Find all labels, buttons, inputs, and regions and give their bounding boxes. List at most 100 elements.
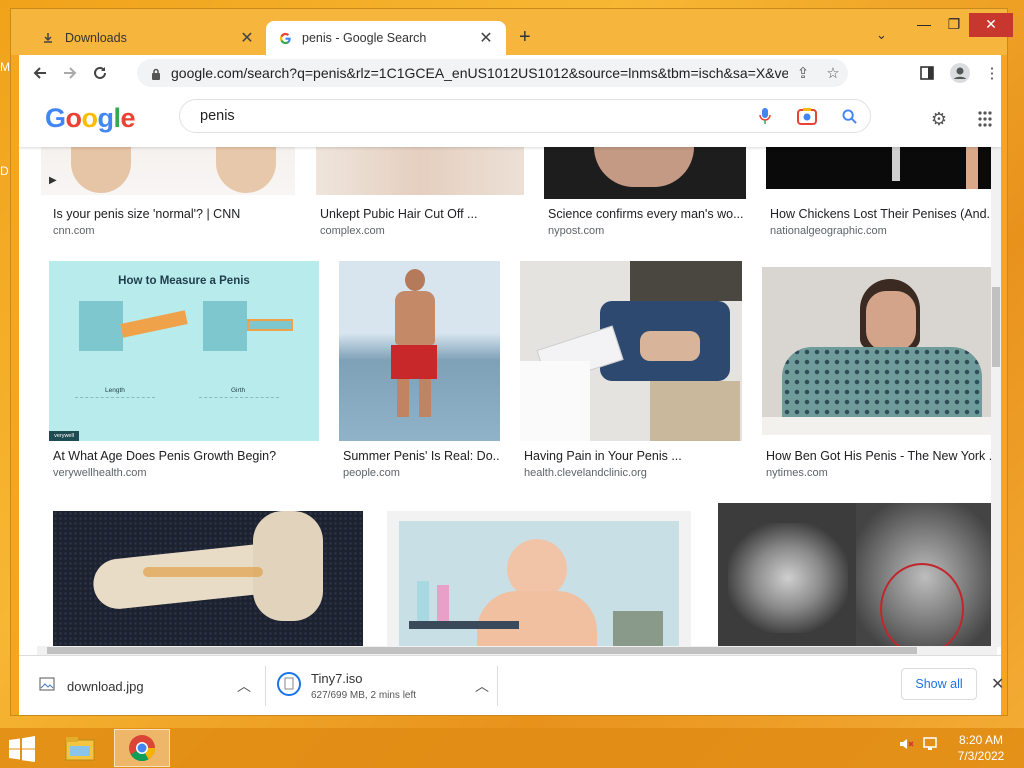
tab-downloads[interactable]: Downloads ✕ bbox=[29, 21, 267, 55]
close-tab-icon[interactable]: ✕ bbox=[478, 28, 494, 48]
result-thumbnail[interactable]: ▶ bbox=[41, 147, 295, 195]
close-tab-icon[interactable]: ✕ bbox=[239, 28, 255, 48]
result-title[interactable]: Is your penis size 'normal'? | CNN bbox=[53, 207, 293, 221]
google-g-icon bbox=[278, 31, 292, 45]
restore-button[interactable]: ❐ bbox=[939, 13, 969, 37]
logo-letter: o bbox=[81, 103, 99, 133]
result-thumbnail[interactable]: How to Measure a Penis Length Girth very… bbox=[49, 261, 319, 441]
logo-letter: o bbox=[65, 103, 83, 133]
disc-file-icon bbox=[277, 671, 301, 701]
url-text: google.com/search?q=penis&rlz=1C1GCEA_en… bbox=[171, 65, 788, 81]
close-download-bar-icon[interactable]: ✕ bbox=[991, 674, 1004, 694]
thumbnail-label: Girth bbox=[231, 387, 246, 394]
play-icon: ▶ bbox=[49, 175, 57, 186]
lock-icon bbox=[151, 67, 161, 80]
result-title[interactable]: Having Pain in Your Penis ... bbox=[524, 449, 742, 463]
download-bar: download.jpg ︿ Tiny7.iso 627/699 MB, 2 m… bbox=[19, 655, 1004, 716]
forward-button[interactable] bbox=[55, 58, 85, 88]
download-filename: Tiny7.iso bbox=[311, 671, 363, 686]
chrome-icon[interactable] bbox=[114, 729, 170, 767]
new-tab-button[interactable]: + bbox=[519, 26, 531, 49]
network-icon[interactable] bbox=[922, 736, 938, 755]
side-panel-icon[interactable] bbox=[914, 61, 940, 85]
scrollbar-thumb[interactable] bbox=[47, 647, 917, 654]
vertical-scrollbar[interactable] bbox=[991, 147, 1001, 647]
google-header: Google penis ⚙ bbox=[19, 91, 1001, 147]
clock-date: 7/3/2022 bbox=[957, 749, 1005, 763]
horizontal-scrollbar[interactable] bbox=[37, 646, 997, 655]
windows-start-icon[interactable] bbox=[8, 736, 40, 764]
microphone-icon[interactable] bbox=[744, 107, 786, 125]
download-item[interactable]: download.jpg ︿ bbox=[39, 656, 259, 716]
profile-avatar-icon[interactable] bbox=[947, 61, 973, 85]
result-source: complex.com bbox=[320, 225, 385, 237]
result-source: nytimes.com bbox=[766, 467, 828, 479]
tab-strip: Downloads ✕ penis - Google Search ✕ + ⌄ … bbox=[11, 9, 1013, 55]
thumbnail-label: Length bbox=[105, 387, 125, 394]
google-logo[interactable]: Google bbox=[45, 103, 136, 134]
result-thumbnail[interactable] bbox=[544, 147, 746, 199]
search-query: penis bbox=[200, 108, 235, 124]
kebab-menu-icon[interactable]: ⋮ bbox=[979, 61, 1005, 85]
download-status: 627/699 MB, 2 mins left bbox=[311, 690, 417, 701]
scrollbar-thumb[interactable] bbox=[992, 287, 1000, 367]
result-thumbnail[interactable] bbox=[520, 261, 742, 441]
clock-time: 8:20 AM bbox=[958, 733, 1004, 747]
result-thumbnail[interactable] bbox=[316, 147, 524, 195]
tab-google-search[interactable]: penis - Google Search ✕ bbox=[266, 21, 506, 55]
result-thumbnail[interactable] bbox=[766, 147, 996, 189]
show-all-button[interactable]: Show all bbox=[901, 668, 977, 700]
result-source: verywellhealth.com bbox=[53, 467, 147, 479]
download-item[interactable]: Tiny7.iso 627/699 MB, 2 mins left ︿ bbox=[277, 656, 495, 716]
search-input[interactable]: penis bbox=[179, 99, 871, 133]
result-title[interactable]: How Ben Got His Penis - The New York ... bbox=[766, 449, 996, 463]
logo-letter: l bbox=[113, 103, 122, 133]
address-bar[interactable]: google.com/search?q=penis&rlz=1C1GCEA_en… bbox=[137, 59, 848, 87]
thumbnail-heading: How to Measure a Penis bbox=[118, 275, 250, 287]
file-explorer-icon[interactable] bbox=[52, 729, 108, 767]
share-icon[interactable]: ⇪ bbox=[788, 64, 818, 82]
result-title[interactable]: At What Age Does Penis Growth Begin? bbox=[53, 449, 319, 463]
tab-search-icon[interactable]: ⌄ bbox=[876, 27, 887, 43]
minimize-button[interactable]: — bbox=[909, 13, 939, 37]
result-thumbnail[interactable] bbox=[387, 511, 691, 651]
search-results-page: Google penis ⚙ ▶ Is your penis size 'nor… bbox=[19, 91, 1001, 655]
tab-label: Downloads bbox=[65, 31, 127, 45]
result-source: health.clevelandclinic.org bbox=[524, 467, 647, 479]
apps-grid-icon[interactable] bbox=[973, 107, 997, 131]
result-source: people.com bbox=[343, 467, 400, 479]
result-thumbnail[interactable] bbox=[718, 503, 994, 651]
chevron-up-icon[interactable]: ︿ bbox=[237, 676, 251, 696]
logo-letter: g bbox=[97, 103, 115, 133]
browser-window: Downloads ✕ penis - Google Search ✕ + ⌄ … bbox=[10, 8, 1013, 716]
back-button[interactable] bbox=[25, 58, 55, 88]
chevron-up-icon[interactable]: ︿ bbox=[475, 676, 489, 696]
result-source: nypost.com bbox=[548, 225, 605, 237]
logo-letter: G bbox=[45, 103, 66, 133]
result-title[interactable]: How Chickens Lost Their Penises (And... bbox=[770, 207, 996, 221]
search-icon[interactable] bbox=[828, 108, 870, 124]
result-source: cnn.com bbox=[53, 225, 95, 237]
image-file-icon bbox=[39, 677, 55, 696]
windows-taskbar: 8:20 AM 7/3/2022 bbox=[0, 728, 1024, 768]
result-title[interactable]: Summer Penis' Is Real: Do... bbox=[343, 449, 499, 463]
result-title[interactable]: Science confirms every man's wo... bbox=[548, 207, 744, 221]
system-clock[interactable]: 8:20 AM 7/3/2022 bbox=[946, 732, 1016, 764]
tab-label: penis - Google Search bbox=[302, 31, 427, 45]
browser-toolbar: google.com/search?q=penis&rlz=1C1GCEA_en… bbox=[19, 55, 1001, 91]
window-close-button[interactable]: ✕ bbox=[969, 13, 1013, 37]
result-source: nationalgeographic.com bbox=[770, 225, 887, 237]
reload-button[interactable] bbox=[85, 58, 115, 88]
volume-muted-icon[interactable] bbox=[898, 736, 914, 755]
logo-letter: e bbox=[120, 103, 136, 133]
camera-lens-icon[interactable] bbox=[786, 107, 828, 125]
result-thumbnail[interactable] bbox=[339, 261, 500, 441]
result-thumbnail[interactable] bbox=[762, 267, 996, 435]
settings-gear-icon[interactable]: ⚙ bbox=[927, 107, 951, 131]
result-title[interactable]: Unkept Pubic Hair Cut Off ... bbox=[320, 207, 520, 221]
download-filename: download.jpg bbox=[67, 678, 144, 694]
download-icon bbox=[41, 31, 55, 45]
brand-badge: verywell bbox=[49, 431, 79, 441]
result-thumbnail[interactable] bbox=[53, 511, 363, 651]
bookmark-star-icon[interactable]: ☆ bbox=[818, 64, 848, 82]
